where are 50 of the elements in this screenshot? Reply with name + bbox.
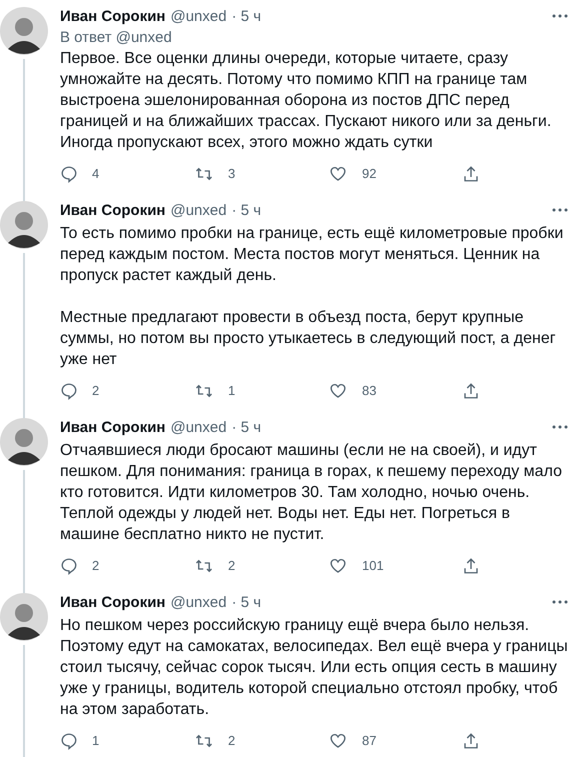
share-icon[interactable] xyxy=(462,164,480,182)
avatar[interactable] xyxy=(0,201,48,249)
timestamp[interactable]: · 5 ч xyxy=(232,418,262,436)
author-handle[interactable]: @unxed xyxy=(170,594,227,610)
avatar[interactable] xyxy=(0,593,48,641)
more-icon[interactable] xyxy=(552,14,568,18)
like-count: 101 xyxy=(362,558,384,573)
reply-count: 1 xyxy=(92,733,100,748)
retweet-count: 2 xyxy=(228,558,236,573)
timestamp[interactable]: · 5 ч xyxy=(232,594,262,610)
tweet-text: То есть помимо пробки на границе, есть ещё километровые пробки перед каждым постом. Места постов могут меняться. Ценник на пропуск растет каждый день. xyxy=(60,224,564,286)
share-icon[interactable] xyxy=(462,732,480,750)
like-count: 92 xyxy=(362,166,376,181)
timestamp[interactable]: · 5 ч xyxy=(232,202,262,218)
like-count: 83 xyxy=(362,383,376,398)
heart-icon[interactable] xyxy=(328,164,348,182)
avatar[interactable] xyxy=(0,418,48,466)
avatar[interactable] xyxy=(0,7,48,55)
heart-icon[interactable] xyxy=(328,382,348,400)
tweet-text: Но пешком через российскую границу ещё вчера было нельзя. Поэтому едут на самокатах, велосипедах. Вел ещё вчера у границы стоил тысячу, сейчас сорок тысяч. Или есть опция сесть в машину уже у границы, водитель которой специально отстоял пробку, чтоб на этом заработать. xyxy=(60,616,569,720)
more-icon[interactable] xyxy=(552,208,568,212)
reply-count: 4 xyxy=(92,166,100,181)
author-handle[interactable]: @unxed xyxy=(170,202,227,218)
reply-icon[interactable] xyxy=(60,732,78,750)
tweet-text: Первое. Все оценки длины очереди, которые читаете, сразу умножайте на десять. Потому что помимо КПП на границе там выстроена эшелонированная оборона из постов ДПС перед границей и на ближайших трассах. Пускают никого или за деньги. Иногда пропускают всех, этого можно ждать сутки xyxy=(60,49,552,153)
author-handle[interactable]: @unxed xyxy=(170,418,227,436)
more-icon[interactable] xyxy=(552,600,568,604)
retweet-count: 1 xyxy=(228,383,236,398)
reply-icon[interactable] xyxy=(60,556,78,574)
more-icon[interactable] xyxy=(552,425,568,429)
author-handle[interactable]: @unxed xyxy=(170,8,227,24)
reply-count: 2 xyxy=(92,383,100,398)
author-name[interactable]: Иван Сорокин xyxy=(60,418,166,436)
author-name[interactable]: Иван Сорокин xyxy=(60,594,166,610)
retweet-count: 3 xyxy=(228,166,236,181)
timestamp[interactable]: · 5 ч xyxy=(232,8,262,24)
reply-icon[interactable] xyxy=(60,382,78,400)
share-icon[interactable] xyxy=(462,382,480,400)
tweet-text: Отчаявшиеся люди бросают машины (если не на своей), и идут пешком. Для понимания: граница в горах, к пешему переходу мало кто готовится. Идти километров 30. Там холодно, ночью очень. Теплой одежды у людей нет. Воды нет. Еды нет. Погреться в машине бесплатно никто не пустит. xyxy=(60,441,563,545)
like-count: 87 xyxy=(362,733,376,748)
author-name[interactable]: Иван Сорокин xyxy=(60,8,166,24)
heart-icon[interactable] xyxy=(328,556,348,574)
reply-icon[interactable] xyxy=(60,164,78,182)
author-name[interactable]: Иван Сорокин xyxy=(60,202,166,218)
share-icon[interactable] xyxy=(462,556,480,574)
reply-to-label: В ответ @unxed xyxy=(60,29,173,46)
retweet-count: 2 xyxy=(228,733,236,748)
reply-count: 2 xyxy=(92,558,100,573)
heart-icon[interactable] xyxy=(328,732,348,750)
tweet-text: Местные предлагают провести в объезд поста, берут крупные суммы, но потом вы просто утыкаетесь в следующий пост, а денег уже нет xyxy=(60,308,557,370)
